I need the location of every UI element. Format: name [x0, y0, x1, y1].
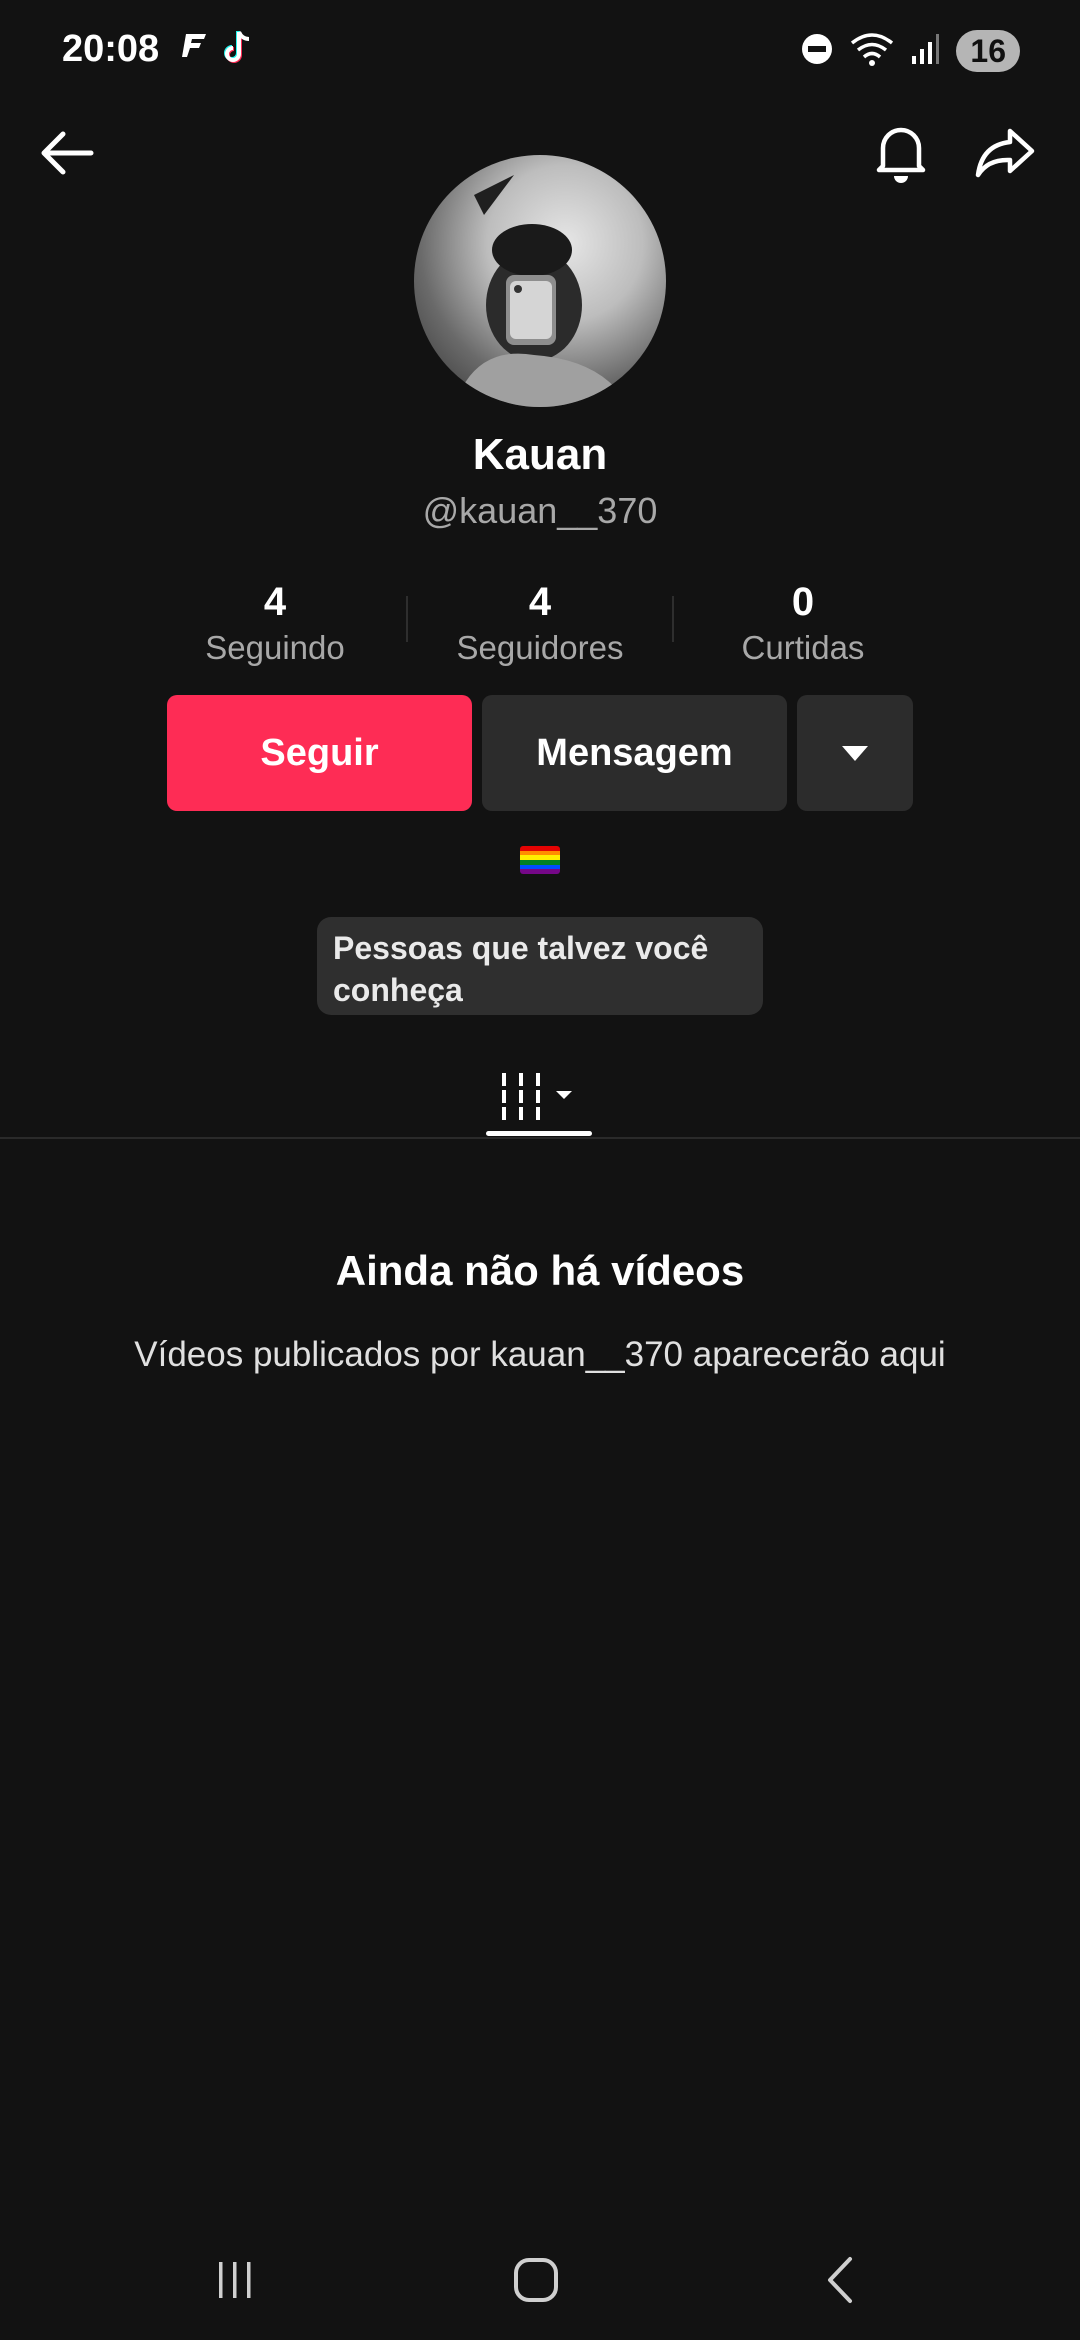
wifi-icon: [850, 31, 894, 72]
profile-stats: 4 Seguindo 4 Seguidores 0 Curtidas: [0, 578, 1080, 678]
signal-icon: [910, 32, 940, 71]
stat-label: Seguidores: [456, 629, 624, 666]
stat-label: Curtidas: [741, 629, 865, 666]
display-name: Kauan: [472, 430, 608, 479]
rainbow-flag-icon: [520, 846, 560, 874]
stat-value: 4: [263, 580, 287, 624]
profile-page: 20:08 16 Kauan @kauan__370 4 Seguindo 4 …: [0, 0, 1080, 2340]
status-bar: 20:08 16: [0, 0, 1080, 100]
battery-icon: 16: [956, 30, 1020, 72]
tiktok-icon: [222, 28, 256, 71]
status-icons: 16: [800, 30, 1020, 72]
notification-button[interactable]: [866, 118, 936, 188]
profile-photo: [454, 175, 629, 407]
arrow-left-icon: [41, 131, 94, 175]
avatar[interactable]: [414, 155, 666, 407]
stat-divider: [406, 596, 408, 642]
back-button[interactable]: [32, 118, 102, 188]
tab-videos[interactable]: [486, 1058, 592, 1136]
empty-state-subtitle: Vídeos publicados por kauan__370 aparece…: [134, 1335, 946, 1374]
more-options-button[interactable]: [797, 695, 913, 811]
follow-button[interactable]: Seguir: [167, 695, 472, 811]
system-nav-bar: [0, 2220, 1080, 2340]
recent-apps-button[interactable]: [195, 2250, 275, 2310]
recents-icon: [219, 2262, 251, 2298]
stat-value: 0: [791, 580, 815, 624]
username: @kauan__370: [422, 490, 658, 531]
back-nav-button[interactable]: [800, 2250, 880, 2310]
stat-following[interactable]: 4 Seguindo: [145, 578, 405, 670]
tab-indicator: [486, 1131, 592, 1136]
stat-value: 4: [528, 580, 552, 624]
home-icon: [514, 2258, 558, 2302]
chevron-left-icon: [828, 2257, 852, 2303]
status-time: 20:08: [62, 28, 160, 70]
message-button[interactable]: Mensagem: [482, 695, 787, 811]
people-you-may-know-button[interactable]: Pessoas que talvez você conheça: [317, 917, 763, 1015]
bell-icon: [876, 127, 926, 183]
stat-followers[interactable]: 4 Seguidores: [410, 578, 670, 670]
stat-likes[interactable]: 0 Curtidas: [673, 578, 933, 670]
dnd-icon: [800, 32, 834, 71]
caret-down-icon: [842, 746, 868, 761]
home-button[interactable]: [496, 2250, 576, 2310]
flash-icon: [180, 30, 210, 65]
grid-icon: [502, 1073, 572, 1120]
divider: [0, 1137, 1080, 1139]
share-icon: [975, 128, 1035, 178]
share-button[interactable]: [970, 118, 1040, 188]
stat-label: Seguindo: [205, 629, 345, 666]
empty-state-title: Ainda não há vídeos: [335, 1247, 745, 1294]
